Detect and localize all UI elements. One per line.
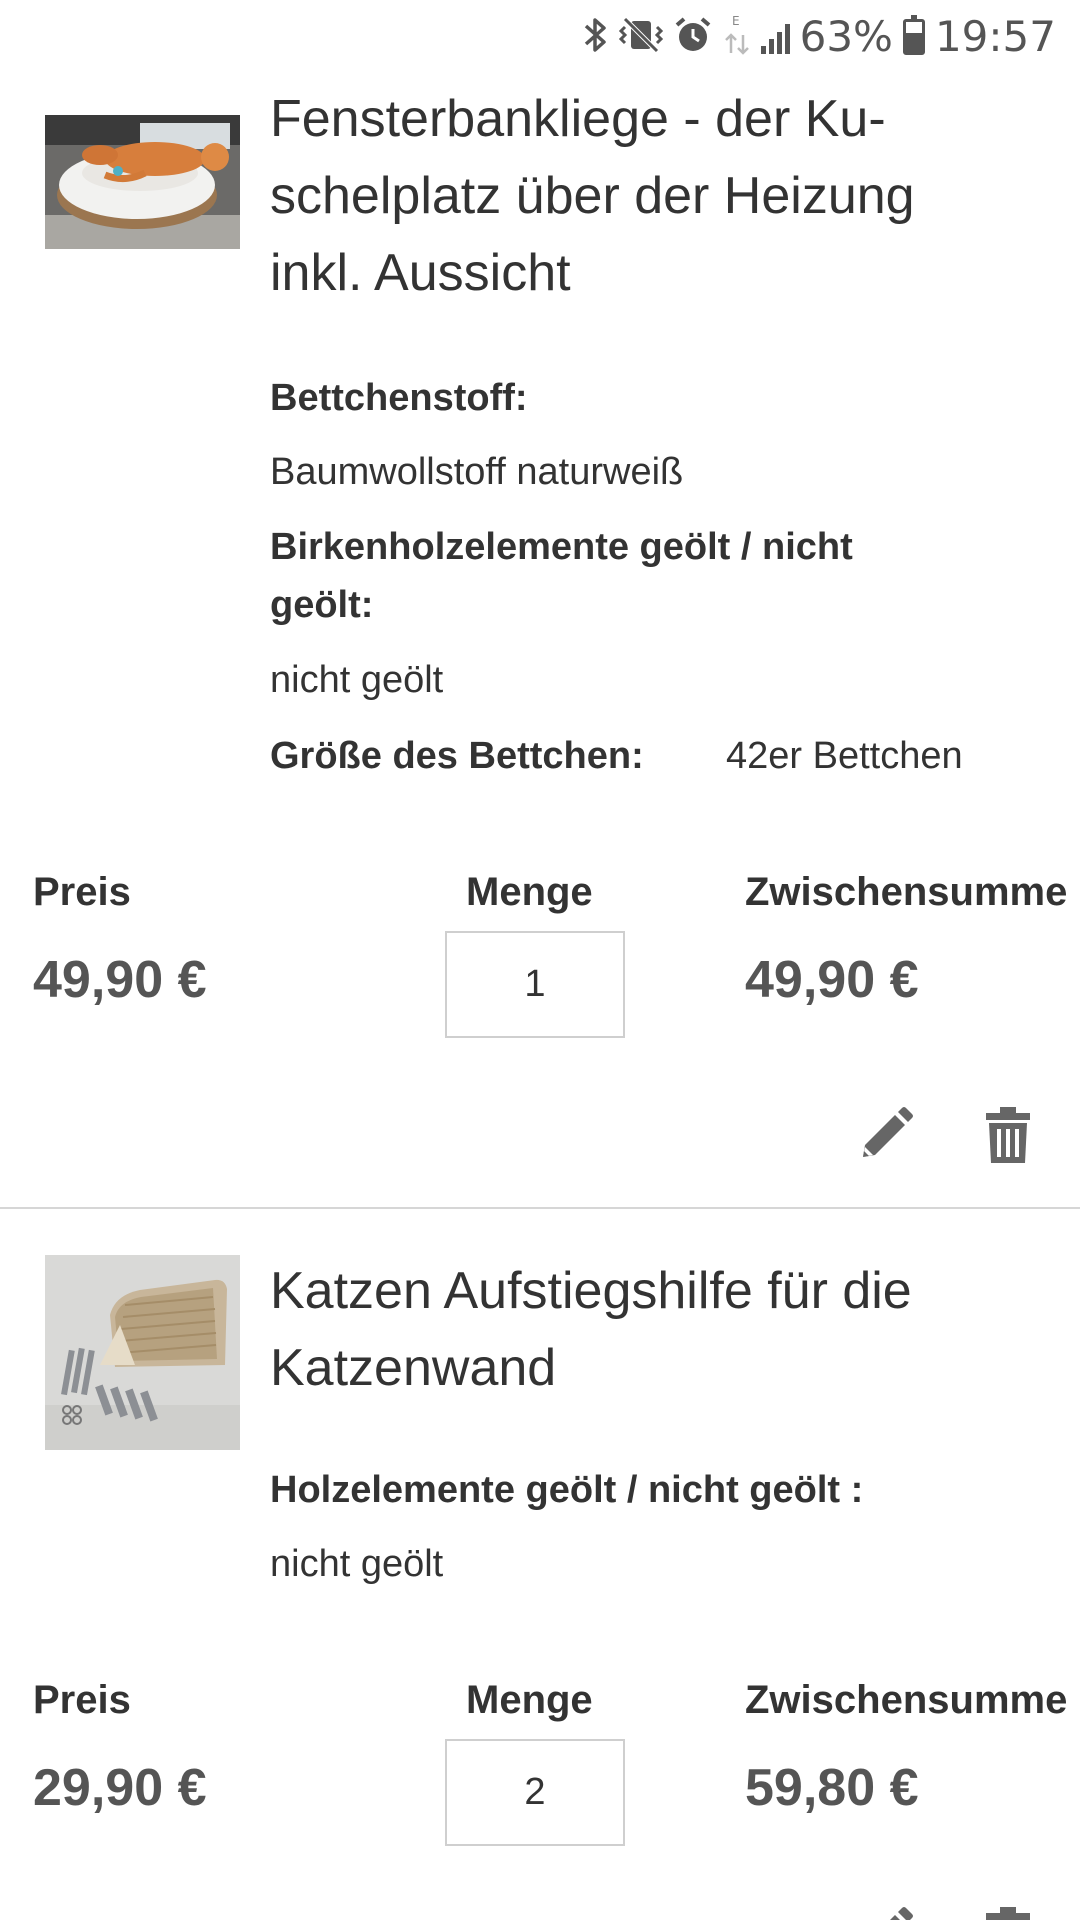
network-type-label: E (732, 14, 740, 28)
battery-percent: 63% (799, 12, 893, 61)
trash-icon[interactable] (978, 1105, 1038, 1165)
cart-page: E 63% 19:57 Fensterbankliege - der Ku- s… (0, 0, 1080, 1920)
option-value-oiled: nicht geölt (270, 1543, 444, 1585)
status-bar: E 63% 19:57 (0, 0, 1080, 74)
quantity-input[interactable] (445, 1739, 625, 1846)
subtotal-label: Zwischensumme (745, 870, 1068, 914)
product-title[interactable]: Fensterbankliege - der Ku- schelplatz üb… (270, 81, 1030, 312)
price-label: Preis (33, 870, 131, 914)
subtotal-value: 59,80 € (745, 1759, 919, 1817)
edit-icon[interactable] (855, 1905, 915, 1920)
product-title-line: Katzen Aufstiegshilfe für die (270, 1262, 912, 1320)
bluetooth-icon (583, 15, 609, 60)
product-title-line: schelplatz über der Heizung (270, 167, 915, 225)
unit-price: 49,90 € (33, 951, 207, 1009)
option-label-fabric: Bettchenstoff: (270, 377, 528, 419)
option-value-oiled: nicht geölt (270, 659, 444, 701)
quantity-input[interactable] (445, 931, 625, 1038)
unit-price: 29,90 € (33, 1759, 207, 1817)
product-title-line: Katzenwand (270, 1339, 557, 1397)
option-value-fabric: Baumwollstoff naturweiß (270, 451, 684, 493)
product-title-line: Fensterbankliege - der Ku- (270, 90, 886, 148)
option-label-oiled-line2: geölt: (270, 584, 374, 626)
option-label-size: Größe des Bettchen: (270, 735, 644, 777)
battery-icon (902, 15, 925, 55)
product-title-line: inkl. Aussicht (270, 244, 571, 302)
product-image-cat-bed[interactable] (45, 115, 240, 249)
option-label-oiled: Holzelemente geölt / nicht geölt : (270, 1469, 864, 1511)
vibrate-icon (618, 15, 663, 60)
subtotal-value: 49,90 € (745, 951, 919, 1009)
edit-icon[interactable] (855, 1105, 915, 1165)
subtotal-label: Zwischensumme (745, 1678, 1068, 1722)
alarm-icon (673, 15, 713, 60)
trash-icon[interactable] (978, 1905, 1038, 1920)
option-label-oiled-line1: Birkenholzelemente geölt / nicht (270, 526, 853, 568)
battery-level-fill (905, 33, 922, 52)
product-image-climbing-aid[interactable] (45, 1255, 240, 1450)
data-arrows-icon: E (723, 13, 751, 62)
item-divider (0, 1207, 1080, 1209)
price-label: Preis (33, 1678, 131, 1722)
signal-icon (760, 20, 790, 54)
option-value-size: 42er Bettchen (726, 735, 963, 777)
quantity-label: Menge (466, 870, 593, 914)
status-time: 19:57 (934, 12, 1056, 61)
quantity-label: Menge (466, 1678, 593, 1722)
product-title[interactable]: Katzen Aufstiegshilfe für die Katzenwand (270, 1253, 1030, 1407)
